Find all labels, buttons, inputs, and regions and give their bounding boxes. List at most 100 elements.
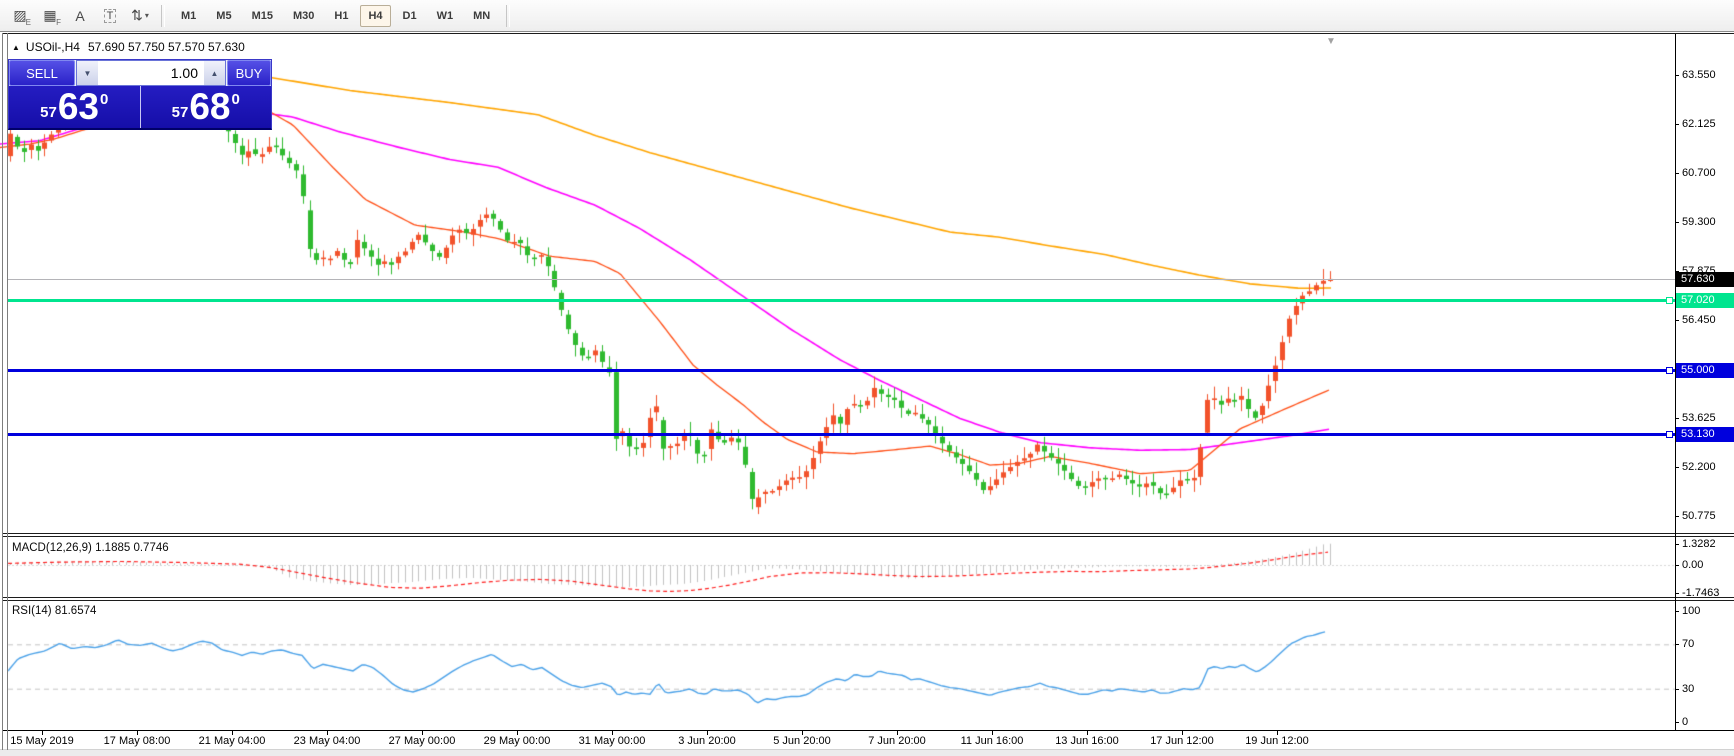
- buy-price-big: 68: [189, 86, 231, 127]
- bid-price-line-tag: 57.630: [1676, 271, 1734, 287]
- rsi-label: RSI(14) 81.6574: [12, 605, 97, 617]
- price-tick-mark: [1675, 417, 1679, 419]
- fibonacci-tool-sub: F: [56, 17, 61, 27]
- horizontal-line-53.130[interactable]: [8, 433, 1675, 437]
- date-tick-label: 3 Jun 20:00: [678, 735, 736, 747]
- text-label-tool-glyph: T: [103, 8, 117, 23]
- macd-tick-mark: [1675, 565, 1679, 566]
- text-label-tool-icon[interactable]: T: [96, 4, 124, 28]
- channels-draw-tool-glyph: ▨: [13, 7, 27, 23]
- rsi-tick-label: 30: [1682, 682, 1695, 695]
- volume-input[interactable]: [98, 61, 204, 85]
- date-tick-label: 19 Jun 12:00: [1245, 735, 1309, 747]
- toolbar: ▨ E ▦ F A T ⇅ ▾ M1 M5 M15 M30 H1 H4 D1 W1 MN: [0, 0, 1734, 32]
- price-tick-label: 53.625: [1682, 411, 1716, 424]
- price-tick-label: 56.450: [1682, 314, 1716, 327]
- price-tick-label: 50.775: [1682, 509, 1716, 522]
- dropdown-arrow-icon: ▾: [144, 11, 149, 20]
- date-tick-label: 11 Jun 16:00: [960, 735, 1024, 747]
- macd-label: MACD(12,26,9) 1.1885 0.7746: [12, 542, 169, 554]
- pane-splitter-macd[interactable]: [2, 536, 1734, 537]
- price-tick-mark: [1675, 75, 1679, 76]
- arrows-tool-glyph: ⇅: [131, 7, 143, 23]
- price-tick-mark: [1675, 320, 1679, 322]
- window-frame-line: [7, 33, 8, 750]
- price-axis-line: [1675, 34, 1676, 731]
- macd-tick-label: -1.7463: [1682, 586, 1720, 599]
- timeframe-w1[interactable]: W1: [429, 5, 462, 27]
- buy-button[interactable]: BUY: [227, 60, 271, 86]
- rsi-tick-mark: [1675, 688, 1679, 690]
- channels-draw-tool-icon[interactable]: ▨ E: [6, 4, 34, 28]
- rsi-tick-mark: [1675, 611, 1679, 612]
- rsi-tick-label: 70: [1682, 638, 1695, 651]
- price-tick-mark: [1675, 466, 1679, 468]
- horizontal-line-53.130-tag: 53.130: [1676, 427, 1734, 443]
- timeframe-h4[interactable]: H4: [360, 4, 391, 27]
- timeframe-m1[interactable]: M1: [173, 5, 204, 27]
- symbol-label: USOil-,H4: [25, 40, 80, 54]
- date-tick-label: 31 May 00:00: [578, 735, 646, 747]
- macd-tick-mark: [1675, 592, 1679, 594]
- volume-decrease-button[interactable]: ▼: [77, 61, 98, 85]
- horizontal-line-57.020[interactable]: [8, 298, 1675, 302]
- horizontal-line-53.130-handle[interactable]: [1666, 431, 1673, 439]
- timeframe-d1[interactable]: D1: [395, 5, 425, 27]
- chart-title: ▲ USOil-,H4 57.690 57.750 57.570 57.630: [12, 40, 245, 54]
- timeframe-m30[interactable]: M30: [285, 5, 322, 27]
- chart-shift-marker-icon[interactable]: ▼: [1326, 36, 1336, 47]
- price-tick-label: 52.200: [1682, 460, 1716, 473]
- volume-group: ▼ ▲: [76, 60, 226, 86]
- window-frame-line: [2, 33, 3, 750]
- price-tick-label: 60.700: [1682, 167, 1716, 180]
- price-tick-mark: [1675, 515, 1679, 517]
- fibonacci-tool-glyph: ▦: [43, 7, 57, 23]
- horizontal-line-55.000-handle[interactable]: [1666, 366, 1673, 374]
- fibonacci-tool-icon[interactable]: ▦ F: [36, 4, 64, 28]
- date-tick-label: 13 Jun 16:00: [1055, 735, 1119, 747]
- toolbar-separator: [161, 4, 165, 27]
- macd-tick-mark: [1675, 543, 1679, 545]
- date-tick-label: 27 May 00:00: [388, 735, 456, 747]
- rsi-tick-label: 0: [1682, 716, 1689, 728]
- window-top-border: [2, 33, 1734, 34]
- date-tick-label: 7 Jun 20:00: [868, 735, 926, 747]
- one-click-trading-panel: SELL ▼ ▲ BUY 57 63 0 57 68 0: [8, 59, 272, 130]
- sell-price-small: 57: [40, 104, 57, 121]
- volume-increase-button[interactable]: ▲: [204, 61, 225, 85]
- buy-price-small: 57: [171, 104, 189, 121]
- time-axis-line: [2, 730, 1734, 731]
- pane-splitter-rsi[interactable]: [2, 597, 1734, 598]
- timeframe-m5[interactable]: M5: [208, 5, 239, 27]
- sell-price[interactable]: 57 63 0: [9, 86, 141, 128]
- bid-price-line[interactable]: [8, 278, 1675, 280]
- arrows-tool-icon[interactable]: ⇅ ▾: [126, 4, 154, 28]
- window-bottom-strip: [0, 749, 1734, 756]
- pane-splitter-rsi[interactable]: [2, 600, 1734, 601]
- price-tick-label: 62.125: [1682, 118, 1716, 131]
- sell-price-big: 63: [57, 86, 99, 127]
- sell-button[interactable]: SELL: [9, 60, 75, 86]
- timeframe-m15[interactable]: M15: [244, 5, 281, 27]
- macd-tick-label: 0.00: [1682, 559, 1704, 571]
- channels-draw-tool-sub: E: [25, 17, 31, 27]
- panel-collapse-icon[interactable]: ▲: [12, 43, 20, 52]
- price-tick-mark: [1675, 173, 1679, 175]
- date-tick-label: 5 Jun 20:00: [773, 735, 831, 747]
- sell-price-sup: 0: [100, 91, 109, 108]
- text-tool-icon[interactable]: A: [66, 4, 94, 28]
- horizontal-line-55.000[interactable]: [8, 368, 1675, 372]
- date-tick-label: 17 May 08:00: [103, 735, 171, 747]
- horizontal-line-57.020-handle[interactable]: [1666, 296, 1673, 304]
- buy-price-sup: 0: [231, 91, 240, 108]
- pane-splitter-macd[interactable]: [2, 533, 1734, 534]
- price-tick-label: 63.550: [1682, 69, 1716, 81]
- timeframe-mn[interactable]: MN: [465, 5, 498, 27]
- date-tick-label: 23 May 04:00: [293, 735, 361, 747]
- timeframe-group: M1 M5 M15 M30 H1 H4 D1 W1 MN: [171, 4, 500, 27]
- buy-price[interactable]: 57 68 0: [141, 86, 272, 128]
- timeframe-h1[interactable]: H1: [326, 5, 356, 27]
- date-tick-label: 21 May 04:00: [198, 735, 266, 747]
- rsi-tick-mark: [1675, 722, 1679, 723]
- date-tick-label: 15 May 2019: [10, 735, 74, 747]
